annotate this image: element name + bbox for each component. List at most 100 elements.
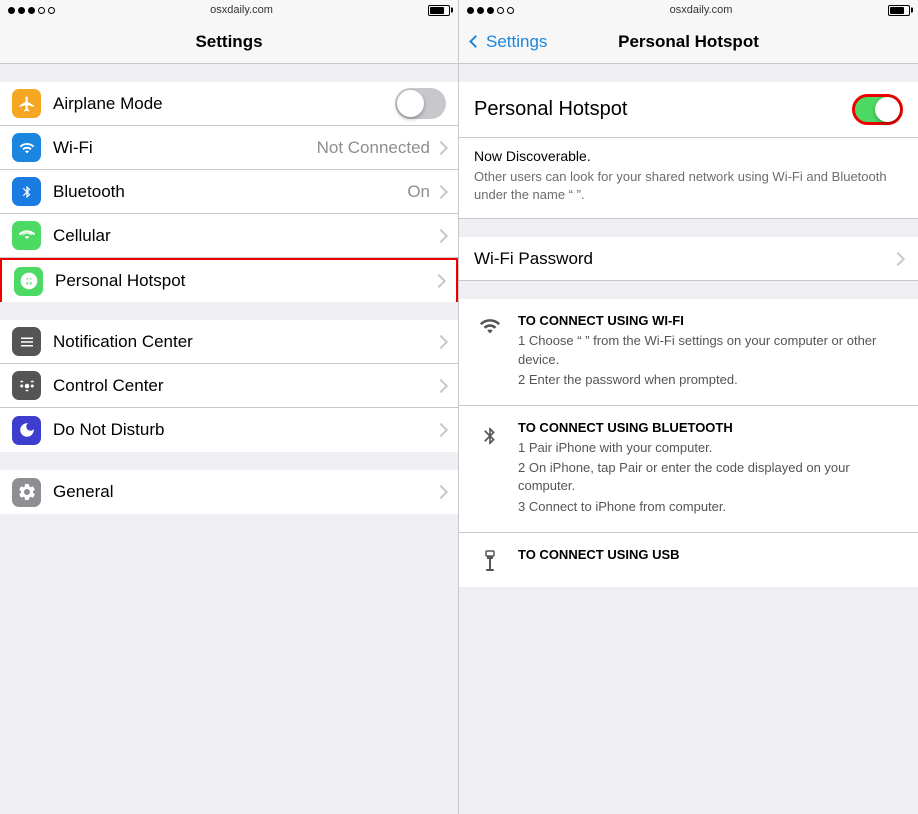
dnd-chevron	[434, 423, 448, 437]
row-general[interactable]: General	[0, 470, 458, 514]
airplane-label: Airplane Mode	[53, 94, 395, 114]
connect-usb-icon	[474, 547, 506, 573]
section-system: Notification Center Control Center	[0, 320, 458, 452]
hotspot-icon	[19, 271, 39, 291]
r-dot5	[507, 7, 514, 14]
moon-icon	[18, 421, 36, 439]
wifi-icon-bg	[12, 133, 41, 162]
section-general: General	[0, 470, 458, 514]
wifi-icon	[18, 140, 36, 156]
connect-wifi-title: TO CONNECT USING WI-FI	[518, 313, 903, 328]
row-airplane[interactable]: Airplane Mode	[0, 82, 458, 126]
hotspot-icon-bg	[14, 267, 43, 296]
back-label: Settings	[486, 32, 547, 52]
back-button[interactable]: Settings	[471, 32, 547, 52]
general-chevron	[434, 485, 448, 499]
right-panel: osxdaily.com Settings Personal Hotspot P…	[459, 0, 918, 814]
r-dot1	[467, 7, 474, 14]
left-nav-bar: Settings	[0, 20, 458, 64]
connect-wifi-row: TO CONNECT USING WI-FI 1 Choose “ ” from…	[459, 299, 918, 406]
dot5	[48, 7, 55, 14]
airplane-icon-bg	[12, 89, 41, 118]
right-hotspot-label: Personal Hotspot	[474, 98, 852, 121]
gear-icon	[17, 482, 37, 502]
section-gap-1	[0, 64, 458, 82]
control-icon-bg	[12, 371, 41, 400]
section-gap-2	[0, 302, 458, 320]
dnd-icon-bg	[12, 416, 41, 445]
section-connectivity: Airplane Mode Wi-Fi Not Connected	[0, 82, 458, 302]
r-dot4	[497, 7, 504, 14]
notification-chevron	[434, 334, 448, 348]
r-dot2	[477, 7, 484, 14]
signal-dots	[8, 7, 55, 14]
row-dnd[interactable]: Do Not Disturb	[0, 408, 458, 452]
left-url: osxdaily.com	[210, 4, 273, 16]
row-hotspot[interactable]: Personal Hotspot	[0, 258, 458, 302]
connect-wifi-step1: 1 Choose “ ” from the Wi-Fi settings on …	[518, 332, 903, 368]
right-battery-fill	[890, 7, 904, 14]
general-label: General	[53, 482, 436, 502]
wifi-value: Not Connected	[317, 138, 430, 158]
control-label: Control Center	[53, 376, 436, 396]
dot1	[8, 7, 15, 14]
right-gap-1	[459, 64, 918, 82]
notification-label: Notification Center	[53, 332, 436, 352]
bluetooth-icon	[20, 183, 34, 201]
right-battery-area	[888, 5, 910, 16]
battery-area	[428, 5, 450, 16]
discoverable-title: Now Discoverable.	[474, 148, 903, 164]
row-notification[interactable]: Notification Center	[0, 320, 458, 364]
hotspot-chevron	[432, 274, 446, 288]
hotspot-label: Personal Hotspot	[55, 271, 434, 291]
notification-icon	[18, 333, 36, 351]
discoverable-section: Now Discoverable. Other users can look f…	[459, 138, 918, 219]
right-battery-icon	[888, 5, 910, 16]
wifi-label: Wi-Fi	[53, 138, 317, 158]
connect-usb-title: TO CONNECT USING USB	[518, 547, 903, 562]
battery-icon	[428, 5, 450, 16]
usb-connect-icon	[478, 549, 502, 573]
bluetooth-value: On	[407, 182, 430, 202]
connect-wifi-icon	[474, 313, 506, 337]
wifi-password-row[interactable]: Wi-Fi Password	[459, 237, 918, 281]
row-control[interactable]: Control Center	[0, 364, 458, 408]
connect-section: TO CONNECT USING WI-FI 1 Choose “ ” from…	[459, 299, 918, 586]
connect-bt-text: TO CONNECT USING BLUETOOTH 1 Pair iPhone…	[518, 420, 903, 518]
dnd-label: Do Not Disturb	[53, 420, 436, 440]
connect-bt-row: TO CONNECT USING BLUETOOTH 1 Pair iPhone…	[459, 406, 918, 533]
bluetooth-chevron	[434, 184, 448, 198]
connect-bt-step3: 3 Connect to iPhone from computer.	[518, 498, 903, 516]
left-status-bar: osxdaily.com	[0, 0, 458, 20]
discoverable-desc: Other users can look for your shared net…	[474, 168, 903, 204]
dot2	[18, 7, 25, 14]
bluetooth-icon-bg	[12, 177, 41, 206]
control-icon	[18, 377, 36, 395]
right-url: osxdaily.com	[670, 4, 733, 16]
right-signal-dots	[467, 7, 514, 14]
row-cellular[interactable]: Cellular	[0, 214, 458, 258]
wifi-password-chevron	[891, 252, 905, 266]
right-status-bar: osxdaily.com	[459, 0, 918, 20]
right-content: Personal Hotspot Now Discoverable. Other…	[459, 64, 918, 814]
connect-wifi-text: TO CONNECT USING WI-FI 1 Choose “ ” from…	[518, 313, 903, 391]
cellular-icon-bg	[12, 221, 41, 250]
airplane-toggle[interactable]	[395, 88, 446, 119]
control-chevron	[434, 378, 448, 392]
section-gap-3	[0, 452, 458, 470]
bluetooth-label: Bluetooth	[53, 182, 407, 202]
connect-usb-row: TO CONNECT USING USB	[459, 533, 918, 587]
right-nav-bar: Settings Personal Hotspot	[459, 20, 918, 64]
wifi-password-label: Wi-Fi Password	[474, 249, 893, 269]
hotspot-toggle[interactable]	[852, 94, 903, 125]
back-chevron-icon	[469, 35, 482, 48]
wifi-connect-icon	[476, 315, 504, 337]
cellular-icon	[18, 227, 36, 245]
row-wifi[interactable]: Wi-Fi Not Connected	[0, 126, 458, 170]
battery-fill	[430, 7, 444, 14]
connect-bt-icon	[474, 420, 506, 450]
row-bluetooth[interactable]: Bluetooth On	[0, 170, 458, 214]
general-icon-bg	[12, 478, 41, 507]
dot3	[28, 7, 35, 14]
r-dot3	[487, 7, 494, 14]
